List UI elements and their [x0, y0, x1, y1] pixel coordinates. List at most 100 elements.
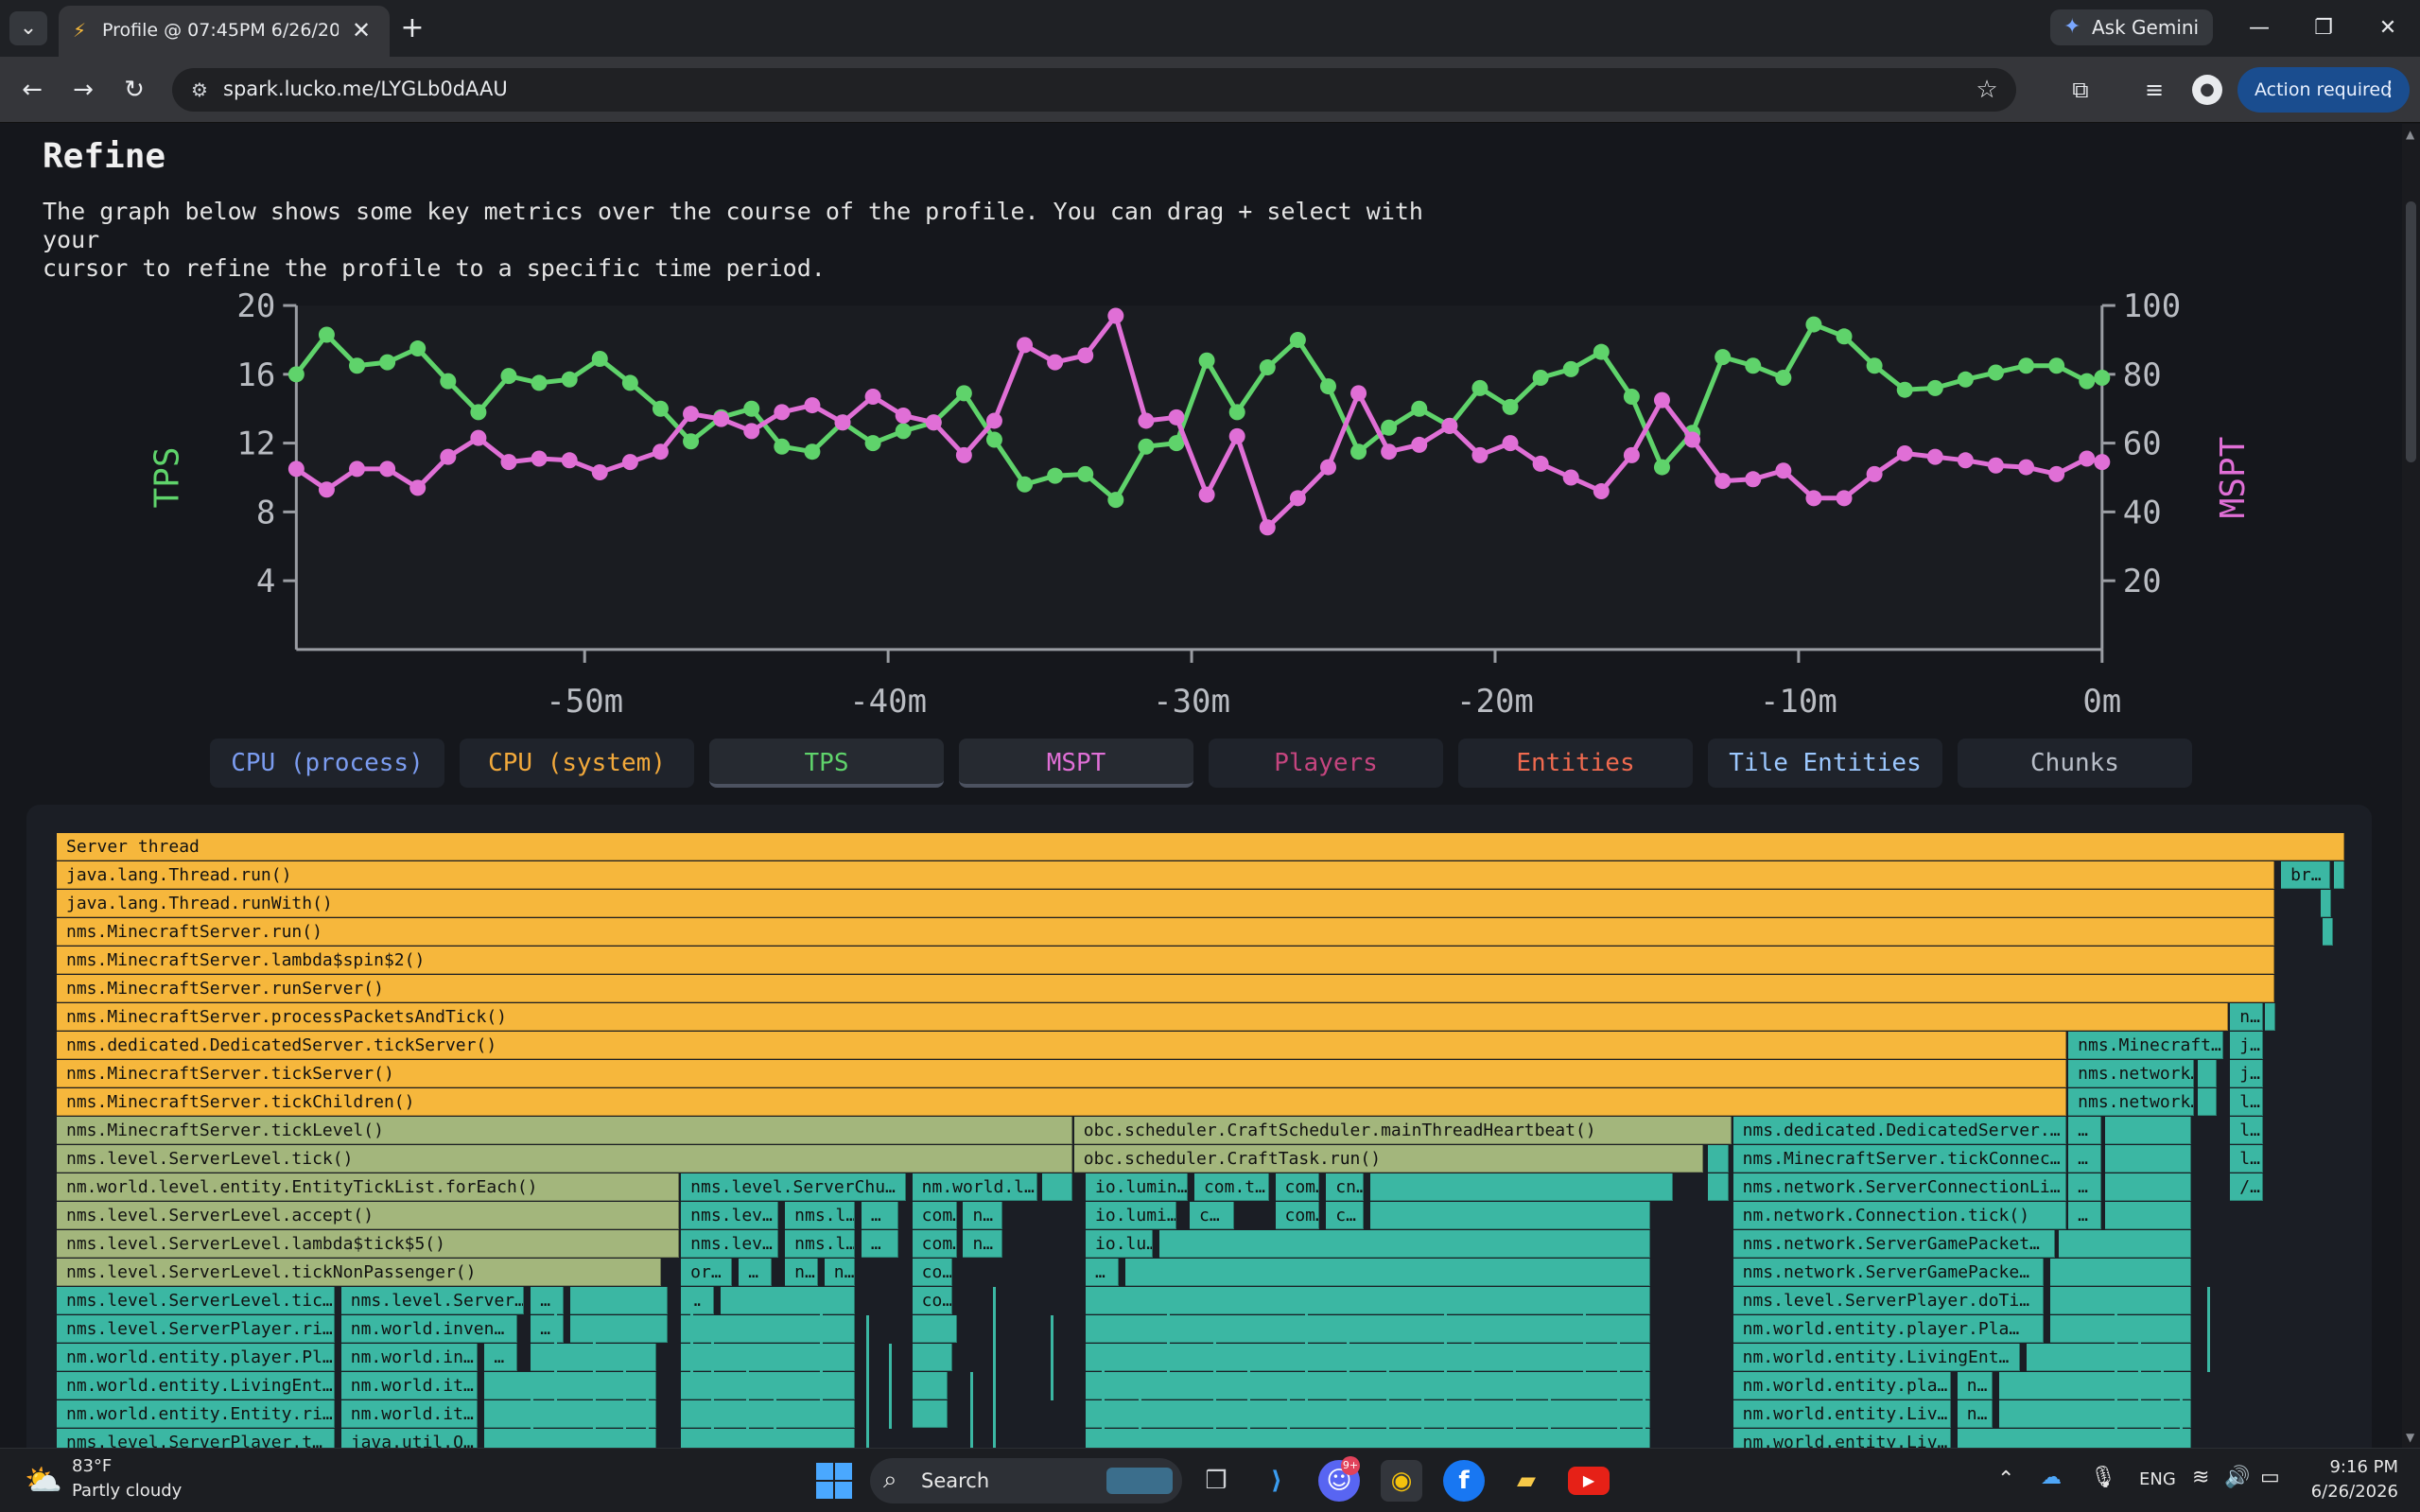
- flame-frame[interactable]: l…: [2230, 1117, 2263, 1144]
- flame-frame[interactable]: [569, 1287, 668, 1314]
- flame-frame[interactable]: j…: [2230, 1060, 2263, 1087]
- flame-frame[interactable]: [912, 1344, 952, 1371]
- metric-button-cpu-process[interactable]: CPU (process): [210, 739, 444, 788]
- flame-frame[interactable]: …: [2068, 1173, 2101, 1201]
- flame-frame[interactable]: nm.network.Connection.tick(): [1732, 1202, 2067, 1229]
- flame-frame[interactable]: nm.world.in…: [340, 1344, 479, 1371]
- flame-frame[interactable]: [912, 1400, 948, 1428]
- windows-start-icon[interactable]: [815, 1462, 853, 1500]
- flame-frame[interactable]: c…: [1326, 1202, 1364, 1229]
- flame-frame[interactable]: nm.world.it…: [340, 1400, 479, 1428]
- flame-frame[interactable]: nms.level.ServerLevel.tick(): [57, 1145, 1072, 1173]
- metric-button-cpu-system[interactable]: CPU (system): [460, 739, 694, 788]
- flame-frame[interactable]: cn…: [1326, 1173, 1364, 1201]
- extensions-puzzle-icon[interactable]: ⧉: [2062, 71, 2099, 109]
- flame-frame[interactable]: nms.MinecraftServer.tickChildren(): [57, 1088, 2067, 1116]
- flame-frame[interactable]: nms.level.Server…: [340, 1287, 525, 1314]
- flame-frame[interactable]: [2105, 1117, 2192, 1144]
- flame-frame[interactable]: l…: [2230, 1088, 2263, 1116]
- flame-frame[interactable]: nms.MinecraftServer.processPacketsAndTic…: [57, 1003, 2229, 1031]
- flame-frame[interactable]: nms.MinecraftServer.lambda$spin$2(): [57, 947, 2275, 974]
- page-scrollbar[interactable]: ▲ ▼: [2402, 124, 2420, 1448]
- scroll-down-arrow-icon[interactable]: ▼: [2406, 1431, 2414, 1444]
- flame-frame[interactable]: nms.network…: [2068, 1088, 2194, 1116]
- flame-frame[interactable]: nm.world.inven…: [340, 1315, 517, 1343]
- flame-frame[interactable]: nms.MinecraftServer.tickServer(): [57, 1060, 2067, 1087]
- flame-frame[interactable]: [2105, 1173, 2192, 1201]
- flame-frame[interactable]: nms.level.ServerLevel.tickNonPassenger(): [57, 1259, 661, 1286]
- flame-frame[interactable]: [2264, 1003, 2275, 1031]
- flame-frame[interactable]: [1159, 1230, 1651, 1258]
- weather-temperature[interactable]: 83°F: [72, 1456, 112, 1476]
- metric-button-tile-entities[interactable]: Tile Entities: [1708, 739, 1942, 788]
- flame-frame[interactable]: [912, 1372, 948, 1399]
- input-language[interactable]: ENG: [2139, 1469, 2176, 1489]
- flame-frame[interactable]: nms.level.ServerLevel.lambda$tick$5(): [57, 1230, 680, 1258]
- flame-frame[interactable]: nms.MinecraftServer.run(): [57, 918, 2275, 946]
- flame-frame[interactable]: nms.level.ServerChu…: [681, 1173, 906, 1201]
- clock-date[interactable]: 6/26/2026: [2304, 1482, 2398, 1502]
- flame-frame[interactable]: [2027, 1344, 2192, 1371]
- flame-frame[interactable]: io.lumin…: [1086, 1173, 1189, 1201]
- flame-frame[interactable]: [681, 1429, 855, 1448]
- tray-overflow-chevron-icon[interactable]: ⌃: [1997, 1468, 2014, 1491]
- restore-icon[interactable]: ❐: [2300, 9, 2347, 47]
- flame-frame[interactable]: com…: [1275, 1202, 1320, 1229]
- onedrive-cloud-icon[interactable]: ☁: [2041, 1466, 2062, 1489]
- minimize-icon[interactable]: —: [2236, 9, 2283, 47]
- flame-frame[interactable]: nm.world.level.entity.EntityTickList.for…: [57, 1173, 680, 1201]
- flame-frame[interactable]: [1707, 1173, 1730, 1201]
- flame-frame[interactable]: [912, 1315, 957, 1343]
- flame-frame[interactable]: [1086, 1400, 1651, 1428]
- flame-frame[interactable]: n…: [1957, 1372, 1993, 1399]
- flame-frame[interactable]: [2323, 918, 2334, 946]
- flame-frame[interactable]: nms.dedicated.DedicatedServer.…: [1732, 1117, 2067, 1144]
- forward-arrow-icon[interactable]: →: [64, 71, 102, 109]
- flame-frame[interactable]: n…: [785, 1259, 818, 1286]
- flame-frame[interactable]: [569, 1315, 668, 1343]
- flame-frame[interactable]: …: [531, 1287, 564, 1314]
- flame-frame[interactable]: [681, 1315, 855, 1343]
- flame-frame[interactable]: com…: [912, 1230, 957, 1258]
- flame-frame[interactable]: nm.world.entity.pla…: [1732, 1372, 1951, 1399]
- flame-frame[interactable]: nms.MinecraftServer.tickLevel(): [57, 1117, 1072, 1144]
- action-required-button[interactable]: Action required ⋮: [2237, 67, 2410, 113]
- flame-frame[interactable]: [2198, 1060, 2218, 1087]
- flame-frame[interactable]: nms.Minecraft…: [2068, 1032, 2224, 1059]
- tab-search-chevron-icon[interactable]: ⌄: [9, 11, 47, 45]
- flame-frame[interactable]: nms.MinecraftServer.runServer(): [57, 975, 2275, 1002]
- file-explorer-folder-icon[interactable]: ▰: [1506, 1460, 1547, 1502]
- flame-frame[interactable]: [2334, 861, 2345, 889]
- flame-frame[interactable]: [1369, 1173, 1674, 1201]
- flame-frame[interactable]: nms.level.ServerPlayer.t…: [57, 1429, 335, 1448]
- url-text[interactable]: spark.lucko.me/LYGLb0dAAU: [223, 78, 508, 100]
- flame-frame[interactable]: Server thread: [57, 833, 2344, 860]
- flame-frame[interactable]: nms.level.ServerLevel.tic…: [57, 1287, 335, 1314]
- flame-frame[interactable]: com…: [912, 1202, 957, 1229]
- metric-button-chunks[interactable]: Chunks: [1958, 739, 2192, 788]
- flame-frame[interactable]: java.lang.Thread.runWith(): [57, 890, 2275, 917]
- metric-button-tps[interactable]: TPS: [709, 739, 944, 788]
- flame-frame[interactable]: [2320, 890, 2331, 917]
- flame-frame[interactable]: …: [861, 1230, 899, 1258]
- back-arrow-icon[interactable]: ←: [13, 71, 51, 109]
- flame-frame[interactable]: n…: [2230, 1003, 2263, 1031]
- flame-frame[interactable]: java.util.O…: [340, 1429, 479, 1448]
- flame-frame[interactable]: [1086, 1344, 1651, 1371]
- clock-time[interactable]: 9:16 PM: [2315, 1457, 2398, 1477]
- flame-frame[interactable]: [1707, 1145, 1730, 1173]
- vscode-icon[interactable]: ⟩: [1256, 1460, 1297, 1502]
- flame-frame[interactable]: io.lu…: [1086, 1230, 1154, 1258]
- flame-frame[interactable]: [1086, 1429, 1651, 1448]
- flame-frame[interactable]: …: [1086, 1259, 1119, 1286]
- flame-frame[interactable]: nms.level.ServerLevel.accept(): [57, 1202, 680, 1229]
- facebook-icon[interactable]: f: [1443, 1460, 1485, 1502]
- flame-frame[interactable]: [2105, 1202, 2192, 1229]
- flame-frame[interactable]: [681, 1400, 855, 1428]
- scroll-up-arrow-icon[interactable]: ▲: [2406, 128, 2414, 141]
- address-bar[interactable]: ⚙ spark.lucko.me/LYGLb0dAAU ☆: [172, 68, 2016, 112]
- new-tab-button[interactable]: +: [395, 11, 429, 45]
- flame-frame[interactable]: nms.network…: [2068, 1060, 2194, 1087]
- flame-frame[interactable]: com…: [1275, 1173, 1320, 1201]
- flame-frame[interactable]: [484, 1429, 656, 1448]
